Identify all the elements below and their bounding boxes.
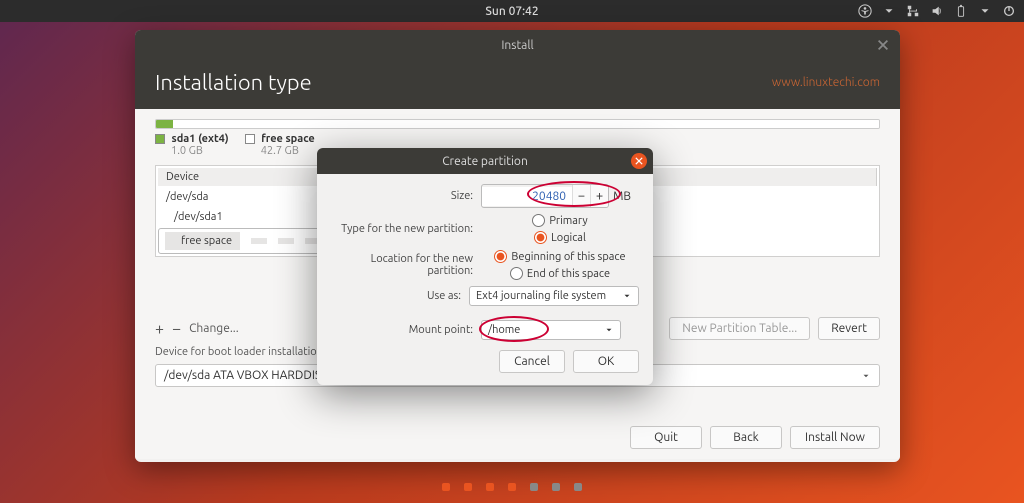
indicator-area: [858, 4, 1016, 18]
radio-logical[interactable]: Logical: [534, 231, 586, 244]
increment-button[interactable]: +: [590, 185, 608, 207]
mount-select[interactable]: /home: [481, 320, 621, 340]
type-label: Type for the new partition:: [331, 223, 481, 235]
create-partition-dialog: Create partition Size: − + MB Type for t…: [317, 148, 653, 385]
chevron-down-icon[interactable]: [978, 4, 992, 18]
cell-device: free space: [165, 232, 240, 250]
back-button[interactable]: Back: [710, 426, 782, 449]
window-title: Install: [501, 39, 533, 52]
dot: [552, 483, 560, 491]
disk-seg-free: [173, 120, 879, 128]
disk-label-free: free space 42.7 GB: [245, 133, 315, 157]
ok-button[interactable]: OK: [573, 350, 639, 373]
radio-begin[interactable]: Beginning of this space: [494, 250, 625, 263]
add-partition-button[interactable]: +: [155, 320, 164, 338]
chevron-down-icon: [604, 325, 614, 335]
useas-row: Use as: Ext4 journaling file system: [331, 286, 639, 306]
dialog-close-button[interactable]: [631, 153, 647, 169]
chevron-down-icon[interactable]: [882, 4, 896, 18]
power-icon[interactable]: [1002, 4, 1016, 18]
change-button[interactable]: Change...: [189, 322, 239, 335]
radio-end[interactable]: End of this space: [510, 267, 610, 280]
mount-value: /home: [488, 324, 520, 336]
quit-button[interactable]: Quit: [630, 426, 702, 449]
cancel-button[interactable]: Cancel: [499, 350, 565, 373]
useas-value: Ext4 journaling file system: [476, 290, 606, 302]
swatch-icon: [245, 134, 255, 144]
location-label: Location for the new partition:: [331, 253, 481, 277]
dialog-titlebar: Create partition: [317, 148, 653, 174]
revert-button[interactable]: Revert: [818, 317, 880, 340]
disk-seg-sda1: [156, 120, 173, 128]
page-heading-bar: Installation type www.linuxtechi.com: [135, 60, 900, 109]
chevron-down-icon: [861, 371, 871, 381]
close-icon[interactable]: [876, 38, 890, 52]
useas-label: Use as:: [331, 290, 469, 302]
decrement-button[interactable]: −: [572, 185, 590, 207]
dot: [508, 483, 516, 491]
new-partition-table-button[interactable]: New Partition Table...: [669, 317, 810, 340]
clock: Sun 07:42: [485, 5, 538, 18]
bootloader-label: Device for boot loader installation:: [155, 346, 326, 358]
table-row[interactable]: free space: [158, 228, 328, 254]
dot: [486, 483, 494, 491]
page-dots: [442, 483, 582, 491]
dialog-title: Create partition: [442, 155, 528, 168]
volume-icon[interactable]: [930, 4, 944, 18]
location-row: Location for the new partition: Beginnin…: [331, 250, 639, 280]
disk-name: free space: [261, 133, 315, 145]
disk-label-sda1: sda1 (ext4) 1.0 GB: [155, 133, 229, 157]
chevron-down-icon: [622, 291, 632, 301]
battery-icon[interactable]: [954, 4, 968, 18]
remove-partition-button[interactable]: −: [172, 320, 181, 338]
disk-size: 42.7 GB: [261, 145, 315, 157]
useas-select[interactable]: Ext4 journaling file system: [469, 286, 639, 306]
disk-size: 1.0 GB: [171, 145, 229, 157]
type-row: Type for the new partition: Primary Logi…: [331, 214, 639, 244]
nav-buttons: Quit Back Install Now: [630, 426, 880, 449]
top-panel: Sun 07:42: [0, 0, 1024, 22]
radio-primary[interactable]: Primary: [532, 214, 587, 227]
size-unit: MB: [613, 190, 631, 203]
disk-name: sda1 (ext4): [172, 133, 229, 145]
size-row: Size: − + MB: [331, 184, 639, 208]
mount-row: Mount point: /home: [331, 320, 639, 340]
install-now-button[interactable]: Install Now: [790, 426, 880, 449]
size-spinbox[interactable]: − +: [481, 184, 609, 208]
disk-usage-bar: [155, 119, 880, 129]
window-titlebar: Install: [135, 30, 900, 60]
size-input[interactable]: [482, 187, 572, 206]
dialog-body: Size: − + MB Type for the new partition:…: [317, 174, 653, 385]
dialog-buttons: Cancel OK: [331, 350, 639, 373]
size-label: Size:: [331, 190, 481, 202]
swatch-icon: [155, 134, 165, 144]
dot: [530, 483, 538, 491]
accessibility-icon[interactable]: [858, 4, 872, 18]
watermark: www.linuxtechi.com: [772, 76, 880, 89]
network-icon[interactable]: [906, 4, 920, 18]
dot: [464, 483, 472, 491]
dot: [442, 483, 450, 491]
mount-label: Mount point:: [331, 324, 481, 336]
page-title: Installation type: [155, 70, 312, 95]
dot: [574, 483, 582, 491]
